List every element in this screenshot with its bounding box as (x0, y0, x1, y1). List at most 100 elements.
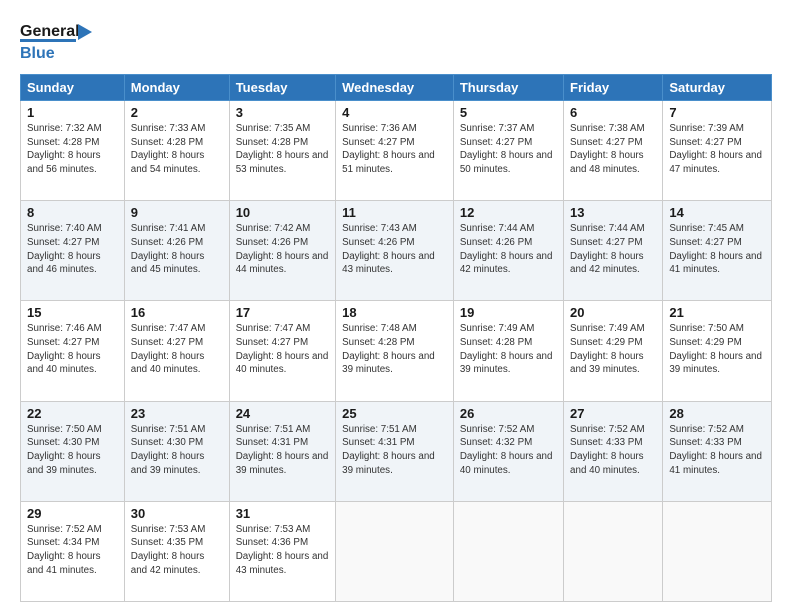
sunset-time: Sunset: 4:29 PM (669, 337, 741, 348)
daylight-hours: Daylight: 8 hours and 47 minutes. (669, 150, 762, 175)
day-number: 14 (669, 205, 765, 220)
calendar-cell: 7 Sunrise: 7:39 AMSunset: 4:27 PMDaylight… (663, 101, 772, 201)
sunrise-time: Sunrise: 7:50 AM (27, 424, 102, 435)
calendar-cell: 21Sunrise: 7:50 AMSunset: 4:29 PMDayligh… (663, 301, 772, 401)
day-number: 3 (236, 105, 329, 120)
sunset-time: Sunset: 4:28 PM (131, 137, 203, 148)
daylight-hours: Daylight: 8 hours and 41 minutes. (669, 451, 762, 476)
sunset-time: Sunset: 4:27 PM (236, 337, 308, 348)
day-info: Sunrise: 7:50 AMSunset: 4:30 PMDaylight:… (27, 423, 118, 478)
calendar-cell: 14Sunrise: 7:45 AMSunset: 4:27 PMDayligh… (663, 201, 772, 301)
day-info: Sunrise: 7:52 AMSunset: 4:33 PMDaylight:… (669, 423, 765, 478)
day-number: 7 (669, 105, 765, 120)
day-number: 19 (460, 305, 557, 320)
calendar-cell: 27Sunrise: 7:52 AMSunset: 4:33 PMDayligh… (564, 401, 663, 501)
day-number: 16 (131, 305, 223, 320)
sunset-time: Sunset: 4:28 PM (460, 337, 532, 348)
daylight-hours: Daylight: 8 hours and 42 minutes. (570, 251, 644, 276)
day-info: Sunrise: 7:53 AMSunset: 4:36 PMDaylight:… (236, 523, 329, 578)
sunset-time: Sunset: 4:33 PM (570, 437, 642, 448)
day-info: Sunrise: 7:46 AMSunset: 4:27 PMDaylight:… (27, 322, 118, 377)
calendar-cell: 4Sunrise: 7:36 AMSunset: 4:27 PMDaylight… (336, 101, 454, 201)
sunrise-time: Sunrise: 7:51 AM (342, 424, 417, 435)
sunrise-time: Sunrise: 7:44 AM (570, 223, 645, 234)
day-info: Sunrise: 7:42 AMSunset: 4:26 PMDaylight:… (236, 222, 329, 277)
calendar-cell: 3 Sunrise: 7:35 AMSunset: 4:28 PMDaylight… (229, 101, 335, 201)
day-info: Sunrise: 7:47 AMSunset: 4:27 PMDaylight:… (131, 322, 223, 377)
page: General Blue SundayMondayTuesdayWednesda… (0, 0, 792, 612)
calendar-week-row: 15Sunrise: 7:46 AMSunset: 4:27 PMDayligh… (21, 301, 772, 401)
day-info: Sunrise: 7:38 AMSunset: 4:27 PMDaylight:… (570, 122, 656, 177)
day-info: Sunrise: 7:52 AMSunset: 4:34 PMDaylight:… (27, 523, 118, 578)
daylight-hours: Daylight: 8 hours and 40 minutes. (236, 351, 329, 376)
day-number: 26 (460, 406, 557, 421)
daylight-hours: Daylight: 8 hours and 39 minutes. (570, 351, 644, 376)
calendar-cell: 25Sunrise: 7:51 AMSunset: 4:31 PMDayligh… (336, 401, 454, 501)
daylight-hours: Daylight: 8 hours and 39 minutes. (342, 451, 435, 476)
sunrise-time: Sunrise: 7:39 AM (669, 123, 744, 134)
calendar-cell: 30 Sunrise: 7:53 AMSunset: 4:35 PMDayligh… (124, 501, 229, 601)
daylight-hours: Daylight: 8 hours and 50 minutes. (460, 150, 553, 175)
sunrise-time: Sunrise: 7:49 AM (570, 323, 645, 334)
daylight-hours: Daylight: 8 hours and 41 minutes. (27, 551, 101, 576)
day-info: Sunrise: 7:47 AMSunset: 4:27 PMDaylight:… (236, 322, 329, 377)
day-number: 10 (236, 205, 329, 220)
header: General Blue (20, 16, 772, 64)
calendar-body: 1Sunrise: 7:32 AMSunset: 4:28 PMDaylight… (21, 101, 772, 602)
day-info: Sunrise: 7:49 AMSunset: 4:29 PMDaylight:… (570, 322, 656, 377)
daylight-hours: Daylight: 8 hours and 40 minutes. (27, 351, 101, 376)
sunset-time: Sunset: 4:34 PM (27, 537, 99, 548)
sunset-time: Sunset: 4:27 PM (570, 137, 642, 148)
weekday-row: SundayMondayTuesdayWednesdayThursdayFrid… (21, 75, 772, 101)
day-number: 18 (342, 305, 447, 320)
sunrise-time: Sunrise: 7:47 AM (131, 323, 206, 334)
calendar-cell: 11Sunrise: 7:43 AMSunset: 4:26 PMDayligh… (336, 201, 454, 301)
calendar-cell (453, 501, 563, 601)
day-info: Sunrise: 7:39 AMSunset: 4:27 PMDaylight:… (669, 122, 765, 177)
sunset-time: Sunset: 4:27 PM (342, 137, 414, 148)
calendar-cell: 20Sunrise: 7:49 AMSunset: 4:29 PMDayligh… (564, 301, 663, 401)
daylight-hours: Daylight: 8 hours and 39 minutes. (342, 351, 435, 376)
day-number: 21 (669, 305, 765, 320)
sunset-time: Sunset: 4:35 PM (131, 537, 203, 548)
sunrise-time: Sunrise: 7:33 AM (131, 123, 206, 134)
calendar-cell: 6Sunrise: 7:38 AMSunset: 4:27 PMDaylight… (564, 101, 663, 201)
calendar-week-row: 8 Sunrise: 7:40 AMSunset: 4:27 PMDaylight… (21, 201, 772, 301)
sunrise-time: Sunrise: 7:49 AM (460, 323, 535, 334)
day-info: Sunrise: 7:32 AMSunset: 4:28 PMDaylight:… (27, 122, 118, 177)
sunrise-time: Sunrise: 7:48 AM (342, 323, 417, 334)
daylight-hours: Daylight: 8 hours and 39 minutes. (460, 351, 553, 376)
daylight-hours: Daylight: 8 hours and 42 minutes. (460, 251, 553, 276)
sunrise-time: Sunrise: 7:38 AM (570, 123, 645, 134)
sunrise-time: Sunrise: 7:51 AM (131, 424, 206, 435)
sunrise-time: Sunrise: 7:41 AM (131, 223, 206, 234)
day-info: Sunrise: 7:40 AMSunset: 4:27 PMDaylight:… (27, 222, 118, 277)
day-info: Sunrise: 7:35 AMSunset: 4:28 PMDaylight:… (236, 122, 329, 177)
calendar-table: SundayMondayTuesdayWednesdayThursdayFrid… (20, 74, 772, 602)
sunrise-time: Sunrise: 7:45 AM (669, 223, 744, 234)
day-number: 30 (131, 506, 223, 521)
calendar-cell (336, 501, 454, 601)
sunset-time: Sunset: 4:28 PM (27, 137, 99, 148)
calendar-cell: 24Sunrise: 7:51 AMSunset: 4:31 PMDayligh… (229, 401, 335, 501)
day-number: 9 (131, 205, 223, 220)
day-info: Sunrise: 7:53 AMSunset: 4:35 PMDaylight:… (131, 523, 223, 578)
day-number: 8 (27, 205, 118, 220)
sunset-time: Sunset: 4:26 PM (236, 237, 308, 248)
calendar-cell: 1Sunrise: 7:32 AMSunset: 4:28 PMDaylight… (21, 101, 125, 201)
calendar-cell: 12Sunrise: 7:44 AMSunset: 4:26 PMDayligh… (453, 201, 563, 301)
weekday-header-thursday: Thursday (453, 75, 563, 101)
calendar-week-row: 22Sunrise: 7:50 AMSunset: 4:30 PMDayligh… (21, 401, 772, 501)
sunset-time: Sunset: 4:30 PM (131, 437, 203, 448)
sunset-time: Sunset: 4:27 PM (131, 337, 203, 348)
sunrise-time: Sunrise: 7:51 AM (236, 424, 311, 435)
day-number: 4 (342, 105, 447, 120)
day-number: 31 (236, 506, 329, 521)
sunrise-time: Sunrise: 7:43 AM (342, 223, 417, 234)
day-number: 5 (460, 105, 557, 120)
calendar-cell: 31 Sunrise: 7:53 AMSunset: 4:36 PMDayligh… (229, 501, 335, 601)
daylight-hours: Daylight: 8 hours and 45 minutes. (131, 251, 205, 276)
weekday-header-saturday: Saturday (663, 75, 772, 101)
sunset-time: Sunset: 4:26 PM (460, 237, 532, 248)
calendar-cell: 26Sunrise: 7:52 AMSunset: 4:32 PMDayligh… (453, 401, 563, 501)
